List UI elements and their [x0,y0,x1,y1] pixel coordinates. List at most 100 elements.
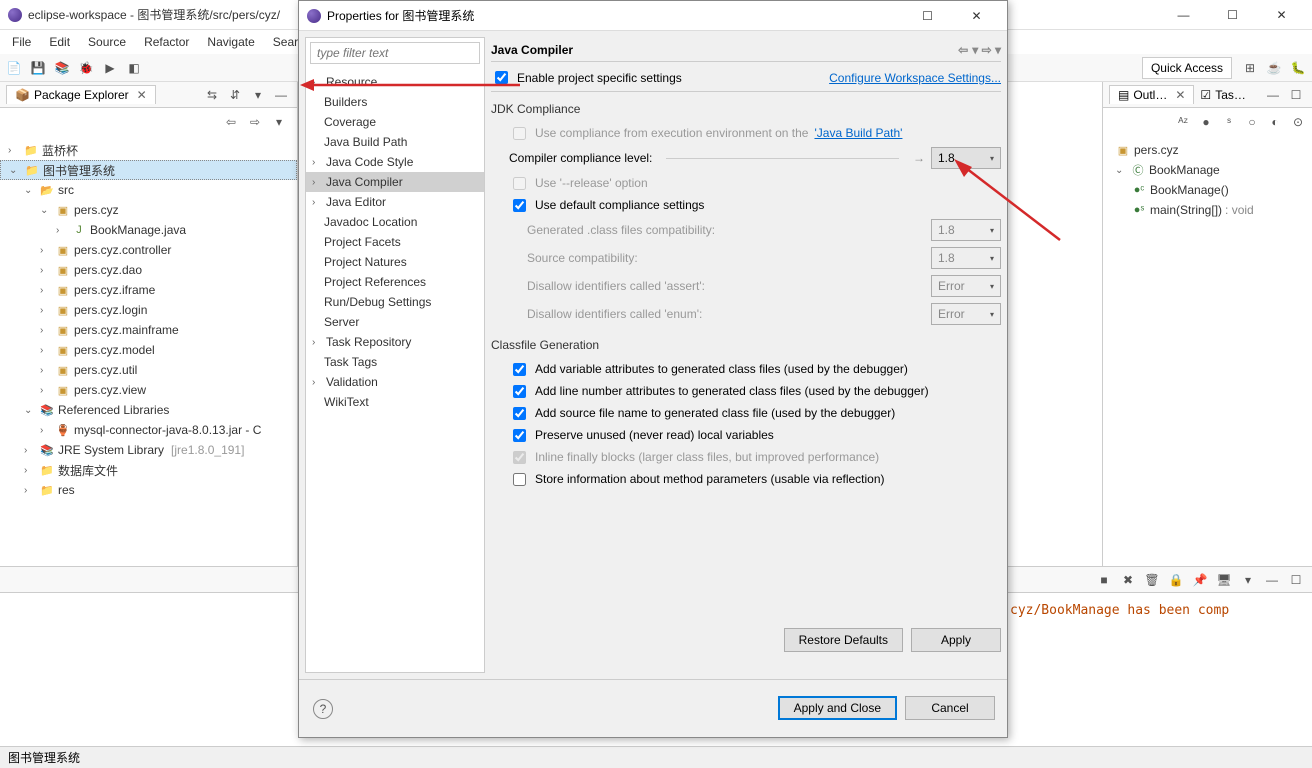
minimize-icon[interactable]: — [1263,85,1283,105]
tree-item[interactable]: Coverage [324,115,376,129]
minimize-icon[interactable]: — [271,85,291,105]
outline-item[interactable]: BookManage [1149,163,1220,177]
outline-item[interactable]: BookManage() [1150,183,1229,197]
tree-item[interactable]: Run/Debug Settings [324,295,431,309]
cf2-checkbox[interactable] [513,385,526,398]
tree-item[interactable]: Server [324,315,359,329]
cf3-checkbox[interactable] [513,407,526,420]
outline-tree[interactable]: ▣pers.cyz ⌄ⒸBookManage ●ᶜBookManage() ●ˢ… [1103,136,1312,224]
hide-static-icon[interactable]: ˢ [1219,112,1239,132]
cf4-checkbox[interactable] [513,429,526,442]
tree-item[interactable]: Validation [326,375,378,389]
debug-icon[interactable]: 🐞 [76,58,96,78]
debug-perspective-icon[interactable]: 🐛 [1288,58,1308,78]
focus-icon[interactable]: ⊙ [1288,112,1308,132]
filter-input[interactable] [310,42,480,64]
menu-file[interactable]: File [4,33,39,51]
outline-tab[interactable]: ▤Outl…✕ [1109,85,1194,104]
tree-item[interactable]: mysql-connector-java-8.0.13.jar - C [74,423,261,437]
help-icon[interactable]: ? [313,699,333,719]
coverage-icon[interactable]: ◧ [124,58,144,78]
tree-item[interactable]: pers.cyz.login [74,303,147,317]
restore-defaults-button[interactable]: Restore Defaults [784,628,903,652]
menu-refactor[interactable]: Refactor [136,33,197,51]
hide-non-public-icon[interactable]: ○ [1242,112,1262,132]
tree-item[interactable]: pers.cyz.mainframe [74,323,179,337]
apply-button[interactable]: Apply [911,628,1001,652]
hide-local-icon[interactable]: ◐ [1265,112,1285,132]
minimize-button[interactable]: — [1161,1,1206,29]
link-icon[interactable]: ⇵ [225,85,245,105]
save-icon[interactable]: 💾 [28,58,48,78]
tree-item[interactable]: Project Natures [324,255,407,269]
menu-navigate[interactable]: Navigate [199,33,262,51]
enable-project-settings-checkbox[interactable] [495,71,508,84]
use-default-checkbox[interactable] [513,199,526,212]
cf1-checkbox[interactable] [513,363,526,376]
forward-icon[interactable]: ▾ ⇨ ▾ [972,43,1001,57]
tree-item[interactable]: BookManage.java [90,223,186,237]
minimize-icon[interactable]: — [1262,570,1282,590]
tree-item[interactable]: Java Editor [326,195,386,209]
package-explorer-tab[interactable]: 📦 Package Explorer ✕ [6,85,156,104]
tree-item[interactable]: pers.cyz.view [74,383,146,397]
tree-item[interactable]: Project Facets [324,235,401,249]
properties-tree[interactable]: ›Resource Builders Coverage Java Build P… [306,68,484,672]
tree-item[interactable]: pers.cyz.util [74,363,137,377]
tree-item[interactable]: WikiText [324,395,369,409]
maximize-icon[interactable]: ☐ [1286,85,1306,105]
back-icon[interactable]: ⇦ [221,112,241,132]
back-icon[interactable]: ⇦ [958,43,968,57]
open-perspective-icon[interactable]: ⊞ [1240,58,1260,78]
tree-item[interactable]: pers.cyz [74,203,119,217]
tree-item[interactable]: pers.cyz.iframe [74,283,155,297]
collapse-icon[interactable]: ⇆ [202,85,222,105]
new-icon[interactable]: 📄 [4,58,24,78]
tree-item[interactable]: res [58,483,75,497]
tree-item-java-compiler[interactable]: Java Compiler [326,175,403,189]
close-button[interactable]: ✕ [1259,1,1304,29]
tree-item[interactable]: pers.cyz.model [74,343,155,357]
pin-icon[interactable]: 📌 [1190,570,1210,590]
tree-item[interactable]: pers.cyz.controller [74,243,171,257]
maximize-button[interactable]: ☐ [1210,1,1255,29]
apply-and-close-button[interactable]: Apply and Close [778,696,897,720]
dialog-maximize-button[interactable]: ☐ [905,2,950,30]
tree-item[interactable]: Referenced Libraries [58,403,169,417]
open-console-icon[interactable]: ▾ [1238,570,1258,590]
cancel-button[interactable]: Cancel [905,696,995,720]
java-build-path-link[interactable]: 'Java Build Path' [814,126,902,140]
tree-item[interactable]: src [58,183,74,197]
close-icon[interactable]: ✕ [1175,88,1185,102]
tree-item[interactable]: Builders [324,95,367,109]
compliance-level-combo[interactable]: 1.8▾ [931,147,1001,169]
close-icon[interactable]: ✕ [137,88,147,102]
java-perspective-icon[interactable]: ☕ [1264,58,1284,78]
forward-icon[interactable]: ⇨ [245,112,265,132]
tree-item[interactable]: Java Code Style [326,155,413,169]
menu-source[interactable]: Source [80,33,134,51]
configure-workspace-link[interactable]: Configure Workspace Settings... [829,71,1001,85]
tree-item[interactable]: Project References [324,275,426,289]
dialog-close-button[interactable]: ✕ [954,2,999,30]
tasks-tab[interactable]: ☑Tas… [1194,86,1251,104]
tree-item[interactable]: Resource [326,75,377,89]
menu-edit[interactable]: Edit [41,33,78,51]
quick-access[interactable]: Quick Access [1142,57,1232,79]
tree-item[interactable]: pers.cyz.dao [74,263,142,277]
save-all-icon[interactable]: 📚 [52,58,72,78]
run-icon[interactable]: ▶ [100,58,120,78]
clear-icon[interactable]: 🗑 [1142,570,1162,590]
tree-item[interactable]: Task Repository [326,335,411,349]
tree-item[interactable]: Task Tags [324,355,377,369]
tree-item[interactable]: 数据库文件 [58,462,118,479]
remove-icon[interactable]: ✖ [1118,570,1138,590]
outline-item[interactable]: main(String[]) [1150,203,1222,217]
view-menu-icon[interactable]: ▾ [269,112,289,132]
tree-item[interactable]: 蓝桥杯 [42,142,78,159]
hide-fields-icon[interactable]: ● [1196,112,1216,132]
tree-item[interactable]: Java Build Path [324,135,407,149]
cf6-checkbox[interactable] [513,473,526,486]
scroll-lock-icon[interactable]: 🔒 [1166,570,1186,590]
terminate-icon[interactable]: ■ [1094,570,1114,590]
